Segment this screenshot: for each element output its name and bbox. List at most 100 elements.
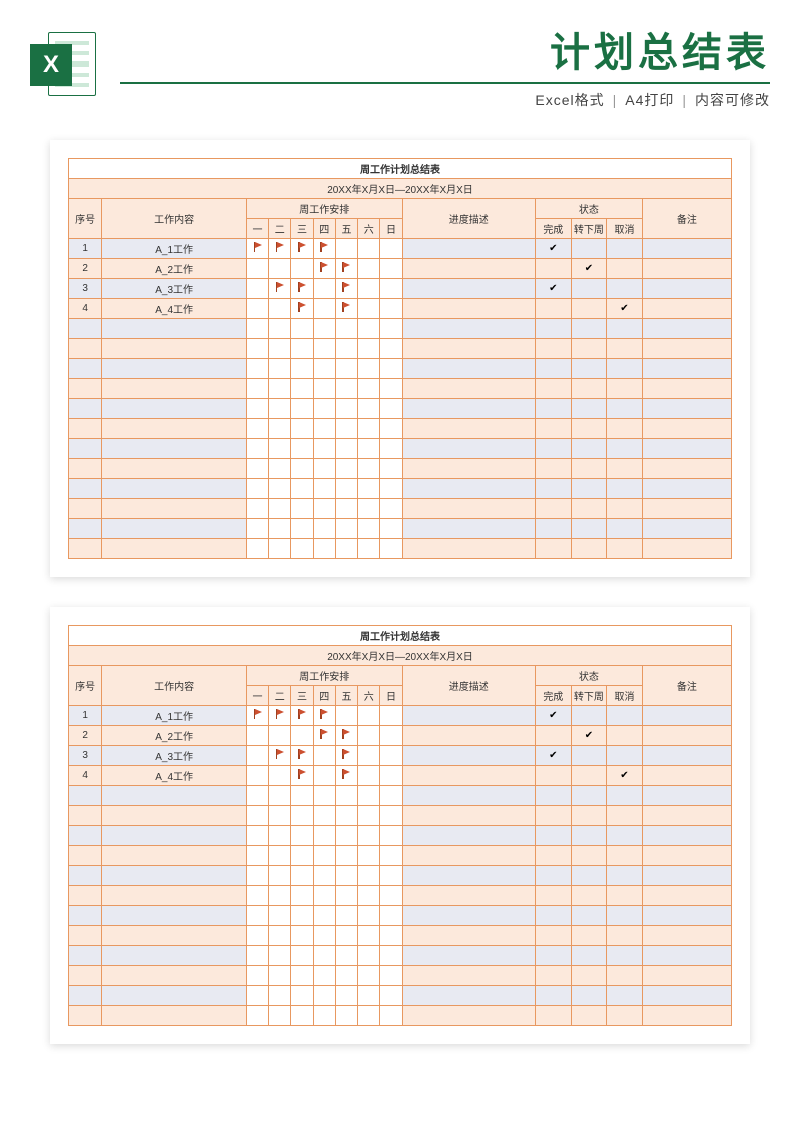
- excel-icon: X: [30, 30, 100, 100]
- flag-icon: [341, 262, 351, 272]
- check-icon: [549, 243, 557, 254]
- cell-note: [642, 726, 731, 746]
- cell-status: [607, 239, 643, 259]
- cell-status: [536, 239, 572, 259]
- check-icon: [620, 303, 628, 314]
- cell-day: [313, 766, 335, 786]
- flag-icon: [275, 282, 285, 292]
- cell-day: [358, 259, 380, 279]
- cell-day: [291, 299, 313, 319]
- cell-day: [358, 746, 380, 766]
- cell-status: [607, 726, 643, 746]
- cell-status: [571, 259, 607, 279]
- col-status-1: 转下周: [571, 219, 607, 239]
- cell-status: [607, 766, 643, 786]
- cell-status: [536, 259, 572, 279]
- cell-day: [269, 299, 291, 319]
- cell-day: [269, 726, 291, 746]
- table-row-empty: [69, 539, 732, 559]
- col-day-4: 五: [335, 219, 357, 239]
- table-row-empty: [69, 886, 732, 906]
- flag-icon: [341, 282, 351, 292]
- cell-status: [536, 766, 572, 786]
- cell-day: [269, 766, 291, 786]
- cell-seq: 4: [69, 299, 102, 319]
- col-schedule: 周工作安排: [246, 199, 402, 219]
- col-schedule: 周工作安排: [246, 666, 402, 686]
- flag-icon: [297, 282, 307, 292]
- cell-seq: 4: [69, 766, 102, 786]
- col-work: 工作内容: [102, 199, 247, 239]
- cell-status: [571, 239, 607, 259]
- flag-icon: [341, 749, 351, 759]
- worksheet-preview: 周工作计划总结表20XX年X月X日—20XX年X月X日序号工作内容周工作安排进度…: [50, 140, 750, 577]
- cell-status: [571, 706, 607, 726]
- cell-day: [380, 726, 402, 746]
- table-row-empty: [69, 826, 732, 846]
- flag-icon: [253, 242, 263, 252]
- flag-icon: [297, 749, 307, 759]
- cell-progress: [402, 746, 535, 766]
- table-row: 4A_4工作: [69, 299, 732, 319]
- col-day-3: 四: [313, 686, 335, 706]
- col-seq: 序号: [69, 199, 102, 239]
- cell-day: [246, 299, 268, 319]
- flag-icon: [297, 242, 307, 252]
- cell-seq: 2: [69, 726, 102, 746]
- table-row: 3A_3工作: [69, 746, 732, 766]
- cell-day: [246, 706, 268, 726]
- flag-icon: [341, 302, 351, 312]
- cell-progress: [402, 299, 535, 319]
- flag-icon: [319, 262, 329, 272]
- flag-icon: [275, 242, 285, 252]
- cell-seq: 3: [69, 279, 102, 299]
- cell-day: [380, 279, 402, 299]
- cell-day: [335, 706, 357, 726]
- table-row-empty: [69, 786, 732, 806]
- table-row: 1A_1工作: [69, 239, 732, 259]
- flag-icon: [319, 709, 329, 719]
- table-row-empty: [69, 419, 732, 439]
- cell-day: [246, 766, 268, 786]
- cell-status: [536, 279, 572, 299]
- table-row-empty: [69, 499, 732, 519]
- cell-day: [313, 746, 335, 766]
- check-icon: [585, 263, 593, 274]
- cell-note: [642, 259, 731, 279]
- cell-day: [335, 746, 357, 766]
- check-icon: [549, 710, 557, 721]
- cell-progress: [402, 766, 535, 786]
- cell-day: [335, 279, 357, 299]
- cell-note: [642, 746, 731, 766]
- cell-day: [380, 259, 402, 279]
- cell-day: [291, 259, 313, 279]
- cell-progress: [402, 726, 535, 746]
- cell-day: [291, 726, 313, 746]
- table-row-empty: [69, 479, 732, 499]
- cell-progress: [402, 239, 535, 259]
- col-day-6: 日: [380, 219, 402, 239]
- table-row: 2A_2工作: [69, 726, 732, 746]
- col-status-2: 取消: [607, 686, 643, 706]
- cell-day: [313, 259, 335, 279]
- cell-day: [380, 706, 402, 726]
- cell-day: [291, 239, 313, 259]
- col-status-1: 转下周: [571, 686, 607, 706]
- cell-status: [571, 746, 607, 766]
- table-row-empty: [69, 966, 732, 986]
- cell-day: [291, 279, 313, 299]
- cell-seq: 1: [69, 239, 102, 259]
- table-row-empty: [69, 866, 732, 886]
- cell-day: [246, 239, 268, 259]
- cell-status: [607, 279, 643, 299]
- col-day-0: 一: [246, 686, 268, 706]
- cell-day: [313, 239, 335, 259]
- cell-work: A_2工作: [102, 726, 247, 746]
- col-day-2: 三: [291, 219, 313, 239]
- cell-day: [269, 706, 291, 726]
- col-day-1: 二: [269, 219, 291, 239]
- cell-work: A_3工作: [102, 279, 247, 299]
- col-day-6: 日: [380, 686, 402, 706]
- cell-day: [358, 706, 380, 726]
- col-note: 备注: [642, 199, 731, 239]
